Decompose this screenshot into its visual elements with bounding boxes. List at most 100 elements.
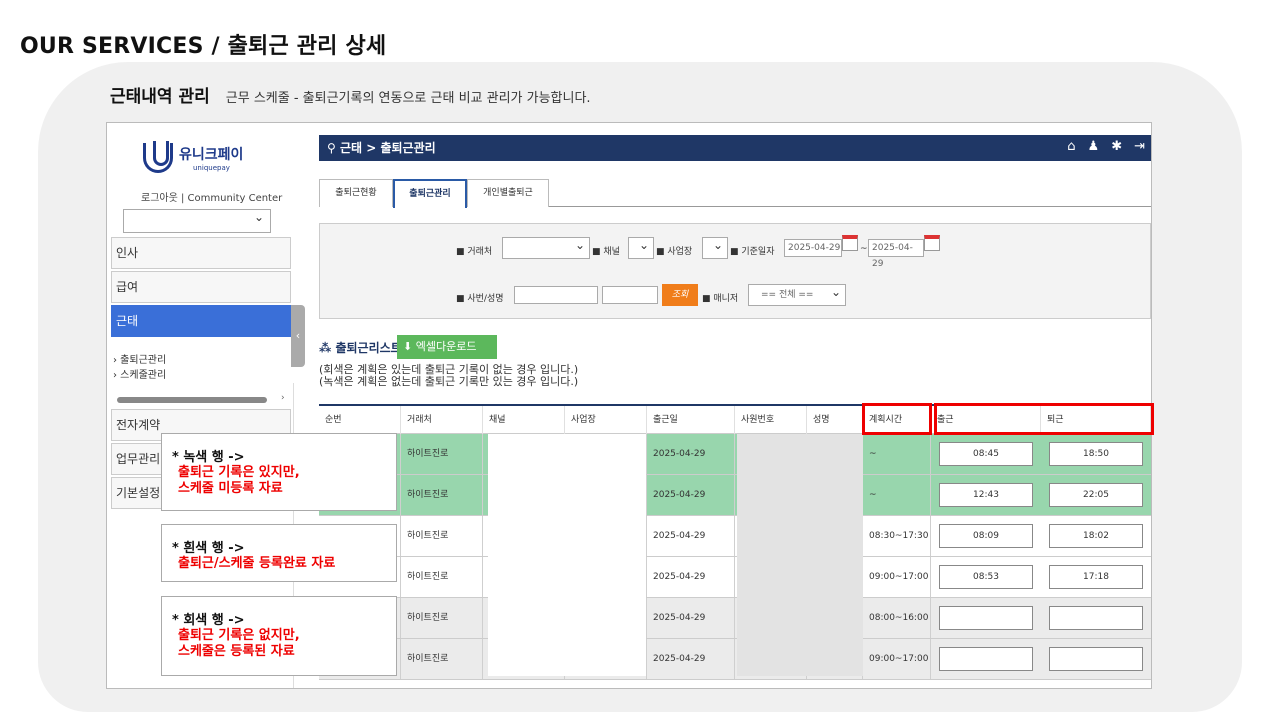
logo-icon	[143, 141, 173, 173]
logout-link[interactable]: 로그아웃 | Community Center	[141, 189, 282, 204]
breadcrumb: ⚲ 근태 > 출퇴근관리	[327, 141, 436, 155]
sidebar-item-payroll[interactable]: 급여	[111, 271, 291, 303]
callout-heading: * 회색 행 ->	[172, 613, 245, 628]
clock-out-input[interactable]: 22:05	[1049, 483, 1143, 507]
logout-icon[interactable]: ⇥	[1134, 139, 1145, 154]
site-select[interactable]	[702, 235, 728, 259]
callout-text: 출퇴근 기록은 없지만,	[178, 628, 300, 643]
cell-date: 2025-04-29	[647, 475, 735, 515]
submenu-attendance-mgmt[interactable]: › 출퇴근관리	[113, 351, 166, 366]
sidebar-collapse-button[interactable]: ‹	[291, 305, 305, 367]
table-row[interactable]: 하이트진로 2025-04-29 09:00~17:00	[319, 639, 1151, 680]
cell-plan-time: 09:00~17:00	[863, 639, 931, 679]
employee-id-input[interactable]	[514, 286, 598, 304]
gear-icon[interactable]: ✱	[1111, 139, 1122, 154]
cell-client: 하이트진로	[401, 475, 483, 515]
clock-out-input[interactable]	[1049, 647, 1143, 671]
sidebar-item-attendance[interactable]: 근태	[111, 305, 291, 337]
column-header[interactable]: 거래처	[401, 406, 483, 434]
clock-out-input[interactable]: 17:18	[1049, 565, 1143, 589]
channel-label: ■ 채널	[592, 247, 620, 257]
cell-date: 2025-04-29	[647, 598, 735, 638]
scroll-right-icon[interactable]: ›	[281, 393, 285, 403]
brand-logo[interactable]: 유니크페이 uniquepay	[143, 141, 244, 173]
sidebar-select[interactable]	[123, 209, 271, 233]
callout-text: 출퇴근 기록은 있지만,	[178, 465, 300, 480]
calendar-icon[interactable]	[842, 235, 858, 251]
cell-plan-time: 08:30~17:30	[863, 516, 931, 556]
home-icon[interactable]: ⌂	[1067, 139, 1075, 154]
highlight-box-inout	[934, 403, 1154, 435]
column-header[interactable]: 채널	[483, 406, 565, 434]
cell-plan-time: 08:00~16:00	[863, 598, 931, 638]
channel-select[interactable]	[628, 235, 654, 259]
clock-in-input[interactable]: 08:45	[939, 442, 1033, 466]
legend-note-green: (녹색은 계획은 없는데 출퇴근 기록만 있는 경우 입니다.)	[319, 375, 579, 388]
clock-in-input[interactable]	[939, 647, 1033, 671]
clock-out-input[interactable]	[1049, 606, 1143, 630]
excel-download-button[interactable]: ⬇ 엑셀다운로드	[397, 335, 497, 359]
clock-out-input[interactable]: 18:02	[1049, 524, 1143, 548]
sidebar-item-hr[interactable]: 인사	[111, 237, 291, 269]
list-title: ⁂ 출퇴근리스트	[319, 341, 402, 355]
column-header[interactable]: 출근일	[647, 406, 735, 434]
cell-date: 2025-04-29	[647, 557, 735, 597]
cell-client: 하이트진로	[401, 434, 483, 474]
user-icon[interactable]: ♟	[1088, 139, 1100, 154]
callout-heading: * 녹색 행 ->	[172, 450, 245, 465]
column-header[interactable]: 성명	[807, 406, 863, 434]
table-row[interactable]: 하이트진로 2025-04-29 ~08:45 18:50	[319, 434, 1151, 475]
client-select[interactable]	[502, 235, 590, 259]
tab-attendance-status[interactable]: 출퇴근현황	[319, 179, 393, 207]
page-title: OUR SERVICES / 출퇴근 관리 상세	[20, 34, 387, 59]
clock-in-input[interactable]: 12:43	[939, 483, 1033, 507]
tab-personal-attendance[interactable]: 개인별출퇴근	[467, 179, 549, 207]
top-bar: ⚲ 근태 > 출퇴근관리 ⌂ ♟ ✱ ⇥	[319, 135, 1151, 161]
callout-white-row: * 흰색 행 -> 출퇴근/스케줄 등록완료 자료	[161, 524, 397, 582]
tab-attendance-mgmt[interactable]: 출퇴근관리	[393, 179, 467, 208]
filter-panel: ■ 거래처 ■ 채널 ■ 사업장 ■ 기준일자 2025-04-29 ~ 202…	[319, 223, 1151, 319]
site-label: ■ 사업장	[656, 247, 693, 257]
cell-client: 하이트진로	[401, 598, 483, 638]
search-button[interactable]: 조회	[662, 284, 698, 306]
cell-client: 하이트진로	[401, 557, 483, 597]
cell-client: 하이트진로	[401, 516, 483, 556]
highlight-box-plan	[862, 403, 932, 435]
date-separator: ~	[860, 244, 868, 254]
date-to-input[interactable]: 2025-04-29	[868, 239, 924, 269]
employee-name-input[interactable]	[602, 286, 658, 304]
table-row[interactable]: 하이트진로 2025-04-29 08:00~16:00	[319, 598, 1151, 639]
clock-in-input[interactable]: 08:53	[939, 565, 1033, 589]
calendar-icon[interactable]	[924, 235, 940, 251]
manager-select[interactable]: == 전체 ==	[748, 282, 846, 306]
clock-out-input[interactable]: 18:50	[1049, 442, 1143, 466]
clock-in-input[interactable]: 08:09	[939, 524, 1033, 548]
column-header[interactable]: 사업장	[565, 406, 647, 434]
client-label: ■ 거래처	[456, 247, 493, 257]
employee-label: ■ 사번/성명	[456, 294, 504, 304]
logo-korean: 유니크페이	[179, 147, 244, 163]
callout-text: 출퇴근/스케줄 등록완료 자료	[178, 556, 336, 571]
column-header[interactable]: 순번	[319, 406, 401, 434]
callout-gray-row: * 회색 행 -> 출퇴근 기록은 없지만, 스케줄은 등록된 자료	[161, 596, 397, 676]
cell-plan-time: ~	[863, 475, 931, 515]
masked-area	[488, 434, 646, 676]
subhead-description: 근무 스케줄 - 출퇴근기록의 연동으로 근태 비교 관리가 가능합니다.	[225, 91, 591, 106]
table-row[interactable]: 하이트진로 2025-04-29 08:30~17:30 08:09 18:02	[319, 516, 1151, 557]
callout-text: 스케줄은 등록된 자료	[178, 644, 295, 659]
date-label: ■ 기준일자	[730, 247, 775, 257]
cell-date: 2025-04-29	[647, 516, 735, 556]
table-row[interactable]: 하이트진로 2025-04-29 09:00~17:00 08:53 17:18	[319, 557, 1151, 598]
submenu-schedule-mgmt[interactable]: › 스케줄관리	[113, 366, 166, 381]
clock-in-input[interactable]	[939, 606, 1033, 630]
column-header[interactable]: 사원번호	[735, 406, 807, 434]
callout-heading: * 흰색 행 ->	[172, 541, 245, 556]
cell-date: 2025-04-29	[647, 639, 735, 679]
cell-client: 하이트진로	[401, 639, 483, 679]
callout-green-row: * 녹색 행 -> 출퇴근 기록은 있지만, 스케줄 미등록 자료	[161, 433, 397, 511]
sidebar-scrollbar[interactable]	[117, 397, 267, 403]
tab-bar: 출퇴근현황 출퇴근관리 개인별출퇴근	[319, 179, 1151, 208]
table-row[interactable]: 하이트진로 2025-04-29 ~12:43 22:05	[319, 475, 1151, 516]
cell-plan-time: ~	[863, 434, 931, 474]
date-from-input[interactable]: 2025-04-29	[784, 239, 842, 257]
